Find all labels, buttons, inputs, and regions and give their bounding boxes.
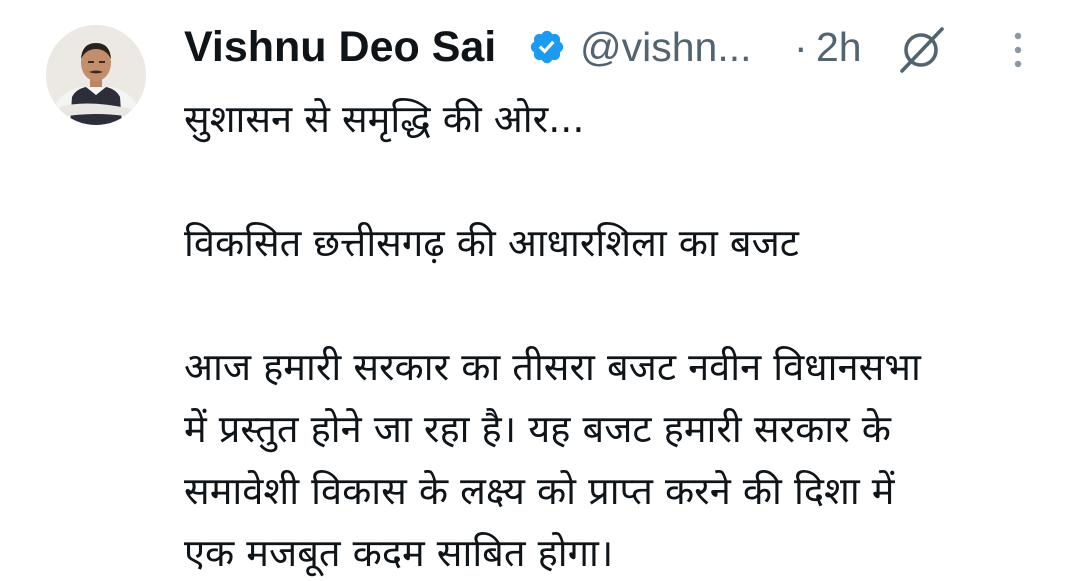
tweet-line: आज हमारी सरकार का तीसरा बजट नवीन विधानसभ… [184, 345, 921, 389]
tweet-line: में प्रस्तुत होने जा रहा है। यह बजट हमार… [184, 407, 891, 451]
tweet-line: सुशासन से समृद्धि की ओर... [184, 97, 585, 141]
avatar-photo [46, 25, 146, 125]
tweet-line: समावेशी विकास के लक्ष्य को प्राप्त करने … [184, 469, 895, 513]
avatar[interactable] [46, 25, 146, 125]
tweet[interactable]: Vishnu Deo Sai @vishn... · 2h सुशासन से … [0, 0, 1080, 581]
tweet-timestamp[interactable]: 2h [816, 22, 862, 72]
tweet-line: विकसित छत्तीसगढ़ की आधारशिला का बजट [184, 221, 799, 265]
tweet-header: Vishnu Deo Sai @vishn... · 2h [184, 20, 1064, 76]
author-handle[interactable]: @vishn... [580, 22, 752, 72]
verified-badge-icon [530, 30, 564, 64]
author-name[interactable]: Vishnu Deo Sai [184, 22, 496, 72]
separator-dot: · [794, 24, 808, 70]
tweet-text: सुशासन से समृद्धि की ओर... विकसित छत्तीस… [184, 88, 1064, 581]
tweet-line: एक मजबूत कदम साबित होगा। [184, 531, 614, 575]
grok-icon[interactable] [896, 23, 948, 75]
more-vertical-icon[interactable] [1008, 28, 1028, 72]
